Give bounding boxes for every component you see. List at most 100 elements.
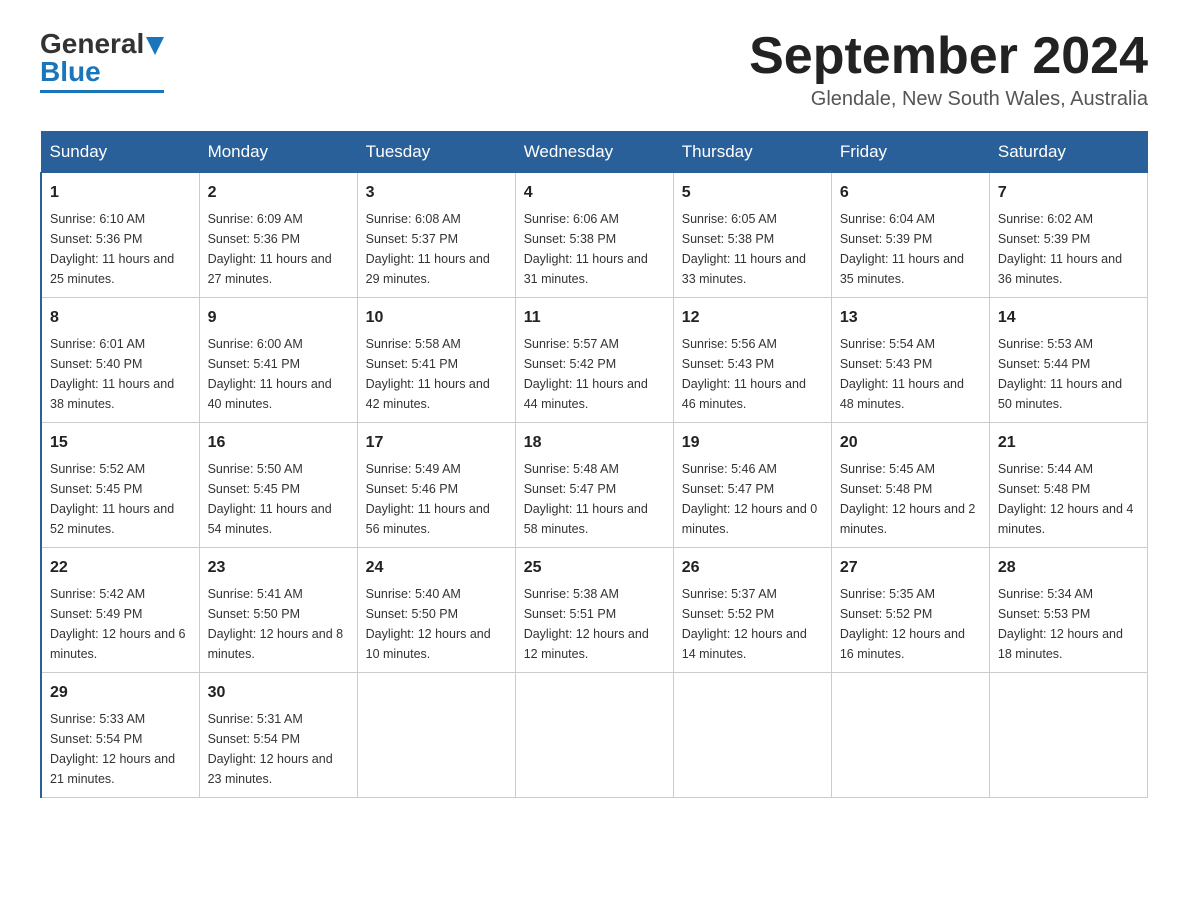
table-row: 29 Sunrise: 5:33 AM Sunset: 5:54 PM Dayl… <box>41 673 199 798</box>
day-number: 3 <box>366 181 507 205</box>
table-row <box>989 673 1147 798</box>
page-header: General Blue September 2024 Glendale, Ne… <box>40 30 1148 111</box>
table-row: 18 Sunrise: 5:48 AM Sunset: 5:47 PM Dayl… <box>515 423 673 548</box>
day-info: Sunrise: 5:53 AM Sunset: 5:44 PM Dayligh… <box>998 334 1139 414</box>
day-number: 7 <box>998 181 1139 205</box>
day-info: Sunrise: 5:42 AM Sunset: 5:49 PM Dayligh… <box>50 584 191 664</box>
table-row: 13 Sunrise: 5:54 AM Sunset: 5:43 PM Dayl… <box>831 298 989 423</box>
table-row: 14 Sunrise: 5:53 AM Sunset: 5:44 PM Dayl… <box>989 298 1147 423</box>
day-info: Sunrise: 5:35 AM Sunset: 5:52 PM Dayligh… <box>840 584 981 664</box>
table-row: 10 Sunrise: 5:58 AM Sunset: 5:41 PM Dayl… <box>357 298 515 423</box>
month-title: September 2024 <box>749 30 1148 82</box>
day-number: 18 <box>524 431 665 455</box>
table-row <box>831 673 989 798</box>
col-monday: Monday <box>199 132 357 173</box>
day-info: Sunrise: 5:48 AM Sunset: 5:47 PM Dayligh… <box>524 459 665 539</box>
day-number: 26 <box>682 556 823 580</box>
day-info: Sunrise: 6:02 AM Sunset: 5:39 PM Dayligh… <box>998 209 1139 289</box>
col-thursday: Thursday <box>673 132 831 173</box>
day-info: Sunrise: 5:56 AM Sunset: 5:43 PM Dayligh… <box>682 334 823 414</box>
day-number: 20 <box>840 431 981 455</box>
table-row: 6 Sunrise: 6:04 AM Sunset: 5:39 PM Dayli… <box>831 173 989 298</box>
table-row <box>357 673 515 798</box>
day-info: Sunrise: 5:40 AM Sunset: 5:50 PM Dayligh… <box>366 584 507 664</box>
day-info: Sunrise: 5:46 AM Sunset: 5:47 PM Dayligh… <box>682 459 823 539</box>
table-row: 23 Sunrise: 5:41 AM Sunset: 5:50 PM Dayl… <box>199 548 357 673</box>
day-number: 9 <box>208 306 349 330</box>
day-info: Sunrise: 6:04 AM Sunset: 5:39 PM Dayligh… <box>840 209 981 289</box>
day-number: 4 <box>524 181 665 205</box>
day-info: Sunrise: 6:05 AM Sunset: 5:38 PM Dayligh… <box>682 209 823 289</box>
calendar-week-row: 8 Sunrise: 6:01 AM Sunset: 5:40 PM Dayli… <box>41 298 1148 423</box>
day-number: 14 <box>998 306 1139 330</box>
table-row: 8 Sunrise: 6:01 AM Sunset: 5:40 PM Dayli… <box>41 298 199 423</box>
day-number: 25 <box>524 556 665 580</box>
col-saturday: Saturday <box>989 132 1147 173</box>
day-info: Sunrise: 6:00 AM Sunset: 5:41 PM Dayligh… <box>208 334 349 414</box>
logo-text: General <box>40 30 164 58</box>
day-info: Sunrise: 5:49 AM Sunset: 5:46 PM Dayligh… <box>366 459 507 539</box>
table-row: 7 Sunrise: 6:02 AM Sunset: 5:39 PM Dayli… <box>989 173 1147 298</box>
col-sunday: Sunday <box>41 132 199 173</box>
table-row <box>515 673 673 798</box>
day-number: 19 <box>682 431 823 455</box>
table-row: 22 Sunrise: 5:42 AM Sunset: 5:49 PM Dayl… <box>41 548 199 673</box>
table-row: 2 Sunrise: 6:09 AM Sunset: 5:36 PM Dayli… <box>199 173 357 298</box>
day-info: Sunrise: 5:33 AM Sunset: 5:54 PM Dayligh… <box>50 709 191 789</box>
day-info: Sunrise: 5:57 AM Sunset: 5:42 PM Dayligh… <box>524 334 665 414</box>
col-friday: Friday <box>831 132 989 173</box>
day-number: 1 <box>50 181 191 205</box>
table-row: 24 Sunrise: 5:40 AM Sunset: 5:50 PM Dayl… <box>357 548 515 673</box>
day-number: 6 <box>840 181 981 205</box>
col-wednesday: Wednesday <box>515 132 673 173</box>
calendar-week-row: 29 Sunrise: 5:33 AM Sunset: 5:54 PM Dayl… <box>41 673 1148 798</box>
day-number: 23 <box>208 556 349 580</box>
table-row: 5 Sunrise: 6:05 AM Sunset: 5:38 PM Dayli… <box>673 173 831 298</box>
day-number: 22 <box>50 556 191 580</box>
table-row <box>673 673 831 798</box>
day-info: Sunrise: 5:50 AM Sunset: 5:45 PM Dayligh… <box>208 459 349 539</box>
day-info: Sunrise: 5:41 AM Sunset: 5:50 PM Dayligh… <box>208 584 349 664</box>
day-number: 8 <box>50 306 191 330</box>
day-info: Sunrise: 6:09 AM Sunset: 5:36 PM Dayligh… <box>208 209 349 289</box>
table-row: 21 Sunrise: 5:44 AM Sunset: 5:48 PM Dayl… <box>989 423 1147 548</box>
day-number: 27 <box>840 556 981 580</box>
location-text: Glendale, New South Wales, Australia <box>749 88 1148 111</box>
calendar-header-row: Sunday Monday Tuesday Wednesday Thursday… <box>41 132 1148 173</box>
day-info: Sunrise: 5:31 AM Sunset: 5:54 PM Dayligh… <box>208 709 349 789</box>
logo-blue-text: Blue <box>40 56 101 88</box>
col-tuesday: Tuesday <box>357 132 515 173</box>
logo: General Blue <box>40 30 164 93</box>
table-row: 28 Sunrise: 5:34 AM Sunset: 5:53 PM Dayl… <box>989 548 1147 673</box>
day-info: Sunrise: 5:45 AM Sunset: 5:48 PM Dayligh… <box>840 459 981 539</box>
day-number: 29 <box>50 681 191 705</box>
table-row: 1 Sunrise: 6:10 AM Sunset: 5:36 PM Dayli… <box>41 173 199 298</box>
day-info: Sunrise: 5:44 AM Sunset: 5:48 PM Dayligh… <box>998 459 1139 539</box>
table-row: 20 Sunrise: 5:45 AM Sunset: 5:48 PM Dayl… <box>831 423 989 548</box>
table-row: 12 Sunrise: 5:56 AM Sunset: 5:43 PM Dayl… <box>673 298 831 423</box>
logo-underline <box>40 90 164 93</box>
day-info: Sunrise: 5:37 AM Sunset: 5:52 PM Dayligh… <box>682 584 823 664</box>
table-row: 9 Sunrise: 6:00 AM Sunset: 5:41 PM Dayli… <box>199 298 357 423</box>
day-info: Sunrise: 6:01 AM Sunset: 5:40 PM Dayligh… <box>50 334 191 414</box>
day-number: 28 <box>998 556 1139 580</box>
day-number: 17 <box>366 431 507 455</box>
day-info: Sunrise: 6:08 AM Sunset: 5:37 PM Dayligh… <box>366 209 507 289</box>
table-row: 30 Sunrise: 5:31 AM Sunset: 5:54 PM Dayl… <box>199 673 357 798</box>
day-info: Sunrise: 6:10 AM Sunset: 5:36 PM Dayligh… <box>50 209 191 289</box>
day-number: 5 <box>682 181 823 205</box>
table-row: 27 Sunrise: 5:35 AM Sunset: 5:52 PM Dayl… <box>831 548 989 673</box>
table-row: 19 Sunrise: 5:46 AM Sunset: 5:47 PM Dayl… <box>673 423 831 548</box>
table-row: 17 Sunrise: 5:49 AM Sunset: 5:46 PM Dayl… <box>357 423 515 548</box>
day-info: Sunrise: 5:52 AM Sunset: 5:45 PM Dayligh… <box>50 459 191 539</box>
table-row: 26 Sunrise: 5:37 AM Sunset: 5:52 PM Dayl… <box>673 548 831 673</box>
title-area: September 2024 Glendale, New South Wales… <box>749 30 1148 111</box>
calendar-week-row: 22 Sunrise: 5:42 AM Sunset: 5:49 PM Dayl… <box>41 548 1148 673</box>
day-number: 13 <box>840 306 981 330</box>
day-number: 24 <box>366 556 507 580</box>
day-number: 21 <box>998 431 1139 455</box>
calendar-week-row: 15 Sunrise: 5:52 AM Sunset: 5:45 PM Dayl… <box>41 423 1148 548</box>
day-number: 16 <box>208 431 349 455</box>
day-number: 11 <box>524 306 665 330</box>
calendar-week-row: 1 Sunrise: 6:10 AM Sunset: 5:36 PM Dayli… <box>41 173 1148 298</box>
